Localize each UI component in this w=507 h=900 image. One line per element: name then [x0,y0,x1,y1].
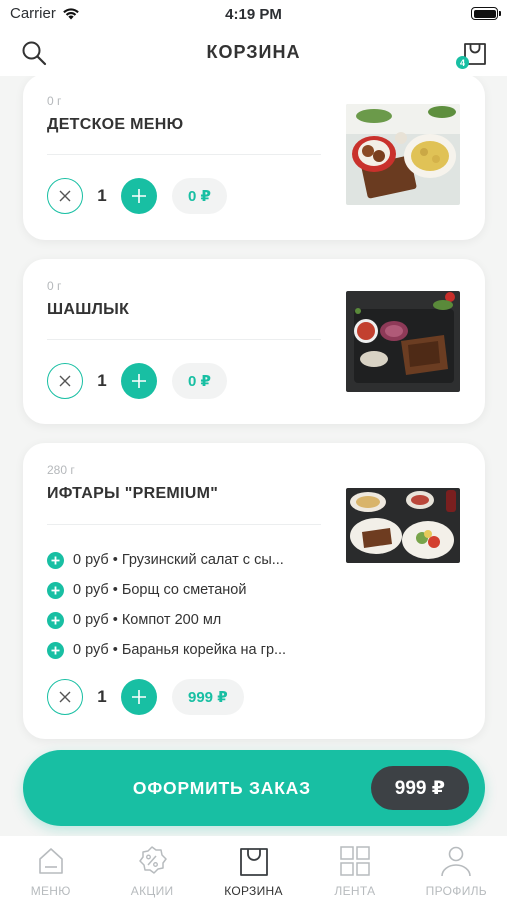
item-price: 0 ₽ [172,178,227,214]
item-quantity: 1 [97,687,107,706]
bottom-tab-bar: МЕНЮ АКЦИИ КОРЗИНА ЛЕНТА ПРОФИЛЬ [0,836,507,900]
clock: 4:19 PM [225,5,282,23]
item-name: ШАШЛЫК [47,301,130,318]
item-quantity: 1 [97,186,107,205]
item-price: 999 ₽ [172,679,244,715]
tab-profile[interactable]: ПРОФИЛЬ [406,836,507,900]
percent-badge-icon [139,846,167,874]
tab-promotions[interactable]: АКЦИИ [101,836,202,900]
cart-item: 280 г ИФТАРЫ "PREMIUM" 0 руб • Грузински… [23,443,485,739]
quantity-controls: 1 0 ₽ [47,178,227,214]
cart-list[interactable]: 0 г ДЕТСКОЕ МЕНЮ 1 0 ₽ 0 г ШАШЛЫК 1 0 ₽ … [0,76,507,836]
cart-item: 0 г ДЕТСКОЕ МЕНЮ 1 0 ₽ [23,76,485,240]
status-bar: Carrier 4:19 PM [0,0,507,28]
plus-icon [132,189,146,203]
cart-item: 0 г ШАШЛЫК 1 0 ₽ [23,259,485,424]
option-label: 0 руб • Грузинский салат с сы... [73,552,284,568]
battery-icon [471,7,501,20]
carrier-label: Carrier [10,5,56,22]
increase-quantity-button[interactable] [121,679,157,715]
item-price: 0 ₽ [172,363,227,399]
item-weight: 0 г [47,279,62,293]
grid-icon [340,846,370,876]
plus-circle-icon[interactable] [47,641,64,659]
item-quantity: 1 [97,371,107,390]
tab-cart[interactable]: КОРЗИНА [203,836,304,900]
tab-menu[interactable]: МЕНЮ [0,836,101,900]
shopping-bag-icon [239,848,268,876]
remove-item-button[interactable] [47,178,83,214]
divider [47,154,321,155]
wifi-icon [63,8,79,20]
tab-label: ПРОФИЛЬ [425,884,487,898]
order-total: 999 ₽ [370,766,469,810]
remove-item-button[interactable] [47,363,83,399]
tab-label: КОРЗИНА [224,884,283,898]
plus-circle-icon[interactable] [47,551,64,569]
tab-label: АКЦИИ [130,884,174,898]
list-item: 0 руб • Борщ со сметаной [47,575,327,605]
item-weight: 0 г [47,94,62,108]
remove-item-button[interactable] [47,679,83,715]
option-label: 0 руб • Борщ со сметаной [73,582,247,598]
cart-count-badge: 4 [456,56,469,69]
plus-icon [132,690,146,704]
cart-button[interactable]: 4 [456,37,489,69]
option-label: 0 руб • Баранья корейка на гр... [73,642,287,658]
list-item: 0 руб • Грузинский салат с сы... [47,545,327,575]
tab-feed[interactable]: ЛЕНТА [304,836,405,900]
plus-circle-icon[interactable] [47,581,64,599]
checkout-label: ОФОРМИТЬ ЗАКАЗ [132,777,311,798]
divider [47,339,321,340]
menu-home-icon [38,848,63,874]
list-item: 0 руб • Компот 200 мл [47,605,327,635]
item-photo [346,104,460,205]
quantity-controls: 1 0 ₽ [47,363,227,399]
user-icon [441,846,472,877]
item-photo [346,488,460,563]
item-options-list: 0 руб • Грузинский салат с сы... 0 руб •… [47,545,327,665]
item-name: ДЕТСКОЕ МЕНЮ [47,116,184,133]
increase-quantity-button[interactable] [121,178,157,214]
close-icon [59,375,71,387]
divider [47,524,321,525]
option-label: 0 руб • Компот 200 мл [73,612,222,628]
carrier-info: Carrier [10,5,80,22]
quantity-controls: 1 999 ₽ [47,679,244,715]
close-icon [59,691,71,703]
tab-label: ЛЕНТА [334,884,376,898]
tab-label: МЕНЮ [30,884,71,898]
list-item: 0 руб • Баранья корейка на гр... [47,635,327,665]
page-title: КОРЗИНА [206,41,301,62]
plus-circle-icon[interactable] [47,611,64,629]
close-icon [59,190,71,202]
increase-quantity-button[interactable] [121,363,157,399]
top-bar: КОРЗИНА 4 [0,28,507,76]
plus-icon [132,374,146,388]
checkout-button[interactable]: ОФОРМИТЬ ЗАКАЗ 999 ₽ [23,750,485,826]
item-name: ИФТАРЫ "PREMIUM" [47,485,219,502]
item-photo [346,291,460,392]
item-weight: 280 г [47,463,75,477]
search-icon[interactable] [20,39,48,67]
